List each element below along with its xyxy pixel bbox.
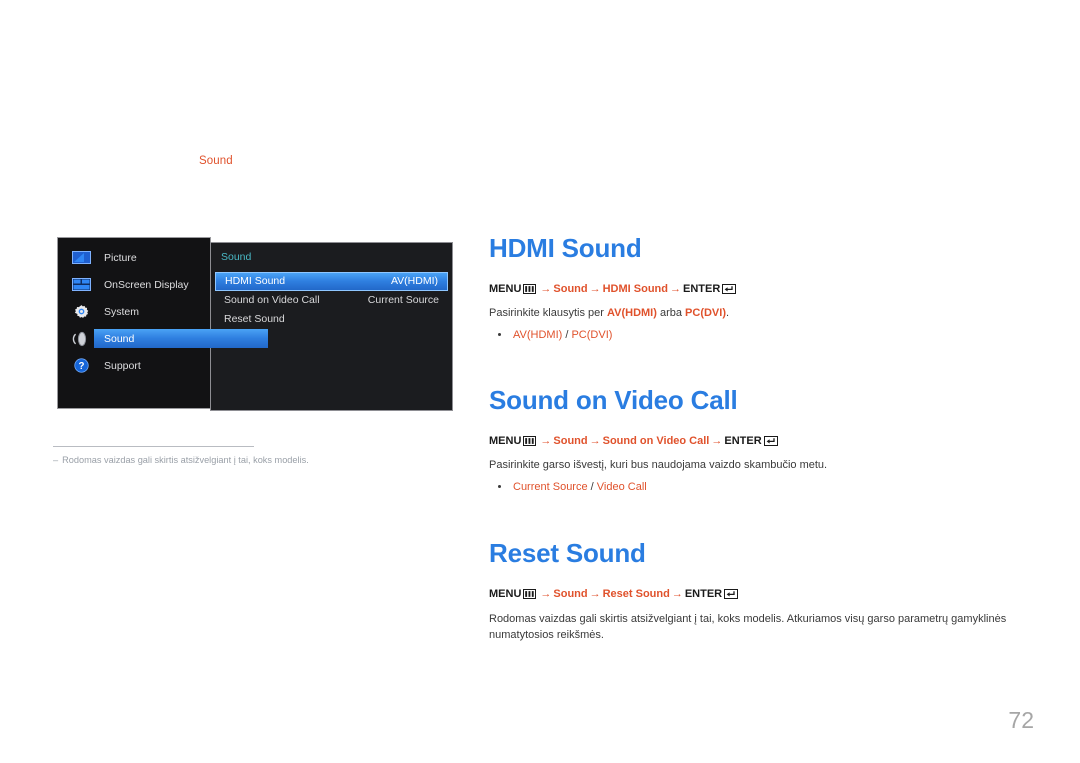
section-heading: Sound on Video Call: [489, 385, 738, 415]
sidebar-item-system[interactable]: System: [58, 298, 210, 325]
path-enter-label: ENTER: [724, 435, 762, 447]
option-list: AV(HDMI) / PC(DVI): [489, 327, 1034, 343]
osd-row-label: Sound on Video Call: [224, 294, 320, 306]
section-hdmi-sound: HDMI Sound MENU → Sound → HDMI Sound → ENTER P…: [489, 233, 1034, 343]
osd-row-label: Reset Sound: [224, 313, 285, 325]
path-arrow: →: [540, 283, 552, 295]
section-body: Rodomas vaizdas gali skirtis atsižvelgia…: [489, 613, 1007, 641]
option-b: PC(DVI): [571, 329, 613, 341]
section-heading: Reset Sound: [489, 538, 646, 568]
path-menu-label: MENU: [489, 588, 522, 600]
option-separator: /: [587, 481, 597, 493]
gear-icon: [70, 304, 92, 320]
section-sound-on-video-call: Sound on Video Call MENU → Sound → Sound on …: [489, 385, 1034, 495]
path-arrow: →: [670, 283, 681, 295]
desc-accent-b: PC(DVI): [685, 307, 726, 319]
footnote-text: Rodomas vaizdas gali skirtis atsižvelgia…: [62, 455, 309, 465]
path-step-1: Sound: [553, 283, 588, 295]
sidebar-item-support[interactable]: ? Support: [58, 352, 210, 379]
menu-path: MENU → Sound → Reset Sound → ENTER: [489, 587, 1034, 604]
desc-text-pre: Pasirinkite klausytis per: [489, 307, 607, 319]
sidebar-item-label: Picture: [104, 251, 137, 264]
osd-row-hdmi-sound[interactable]: HDMI Sound AV(HDMI): [215, 272, 448, 291]
osd-row-value: AV(HDMI): [390, 275, 438, 287]
footnote: ‒ Rodomas vaizdas gali skirtis atsižvelgi…: [53, 453, 383, 467]
page-number: 72: [1008, 707, 1034, 733]
menu-icon: [523, 589, 537, 604]
sidebar-item-label: Sound: [104, 332, 135, 345]
osd-screenshot: Picture OnScreen Display System Sound ? …: [57, 237, 453, 411]
path-arrow: →: [671, 588, 683, 600]
enter-icon: [722, 284, 737, 299]
question-mark-icon: ?: [70, 358, 92, 374]
option-a: Current Source: [513, 481, 588, 493]
osd-sidebar: Picture OnScreen Display System Sound ? …: [57, 237, 268, 409]
option-list: Current Source / Video Call: [489, 479, 1034, 495]
list-item: AV(HDMI) / PC(DVI): [489, 327, 1034, 343]
osd-row-value: Current Source: [367, 294, 439, 306]
picture-icon: [70, 250, 92, 266]
desc-text-pre: Pasirinkite garso išvestį, kuri bus naud…: [489, 459, 828, 471]
list-item: Current Source / Video Call: [489, 479, 1034, 495]
sidebar-item-label: Support: [104, 359, 141, 372]
path-step-2: Reset Sound: [602, 588, 670, 600]
sidebar-item-label: OnScreen Display: [104, 278, 189, 291]
path-enter-label: ENTER: [684, 588, 723, 600]
option-b: Video Call: [596, 481, 647, 493]
path-menu-label: MENU: [489, 435, 522, 447]
svg-text:?: ?: [78, 361, 84, 372]
footnote-dash: ‒: [53, 455, 59, 465]
section-heading: HDMI Sound: [489, 233, 642, 263]
osd-panel-title: Sound: [221, 251, 252, 263]
menu-path: MENU → Sound → HDMI Sound → ENTER: [489, 282, 1034, 299]
menu-icon: [523, 284, 537, 299]
menu-icon: [523, 436, 537, 451]
section-reset-sound: Reset Sound MENU → Sound → Reset Sound → ENTER…: [489, 538, 1034, 643]
path-step-2: HDMI Sound: [602, 283, 668, 295]
path-arrow: →: [589, 435, 601, 447]
desc-accent-a: AV(HDMI): [607, 307, 657, 319]
osd-row-reset-sound[interactable]: Reset Sound: [215, 310, 448, 329]
desc-text-post: .: [726, 307, 730, 319]
sound-icon: [70, 331, 92, 347]
option-a: AV(HDMI): [513, 329, 563, 341]
enter-icon: [763, 436, 778, 451]
sidebar-item-label: System: [104, 305, 140, 318]
osd-row-list: HDMI Sound AV(HDMI) Sound on Video Call …: [215, 272, 448, 329]
onscreen-display-icon: [70, 277, 92, 293]
menu-path: MENU → Sound → Sound on Video Call → ENTER: [489, 434, 1034, 451]
path-arrow: →: [540, 588, 552, 600]
enter-icon: [724, 589, 739, 604]
path-enter-label: ENTER: [683, 283, 721, 295]
section-description: Pasirinkite garso išvestį, kuri bus naud…: [489, 457, 1034, 473]
desc-text-mid: arba: [656, 307, 686, 319]
path-step-1: Sound: [553, 588, 588, 600]
osd-row-label: HDMI Sound: [225, 275, 286, 287]
path-arrow: →: [540, 435, 552, 447]
path-arrow: →: [711, 435, 723, 447]
breadcrumb: Sound: [199, 155, 233, 167]
osd-detail-panel: Sound HDMI Sound AV(HDMI) Sound on Video…: [210, 242, 453, 411]
path-step-2: Sound on Video Call: [602, 435, 710, 447]
sidebar-item-sound[interactable]: Sound: [58, 325, 268, 352]
path-step-1: Sound: [553, 435, 588, 447]
sidebar-item-onscreen-display[interactable]: OnScreen Display: [58, 271, 210, 298]
section-description: Pasirinkite klausytis per AV(HDMI) arba …: [489, 305, 1034, 321]
osd-row-sound-on-video-call[interactable]: Sound on Video Call Current Source: [215, 291, 448, 310]
path-arrow: →: [589, 588, 601, 600]
path-arrow: →: [589, 283, 601, 295]
path-menu-label: MENU: [489, 283, 522, 295]
footnote-divider: [53, 446, 254, 447]
sidebar-item-picture[interactable]: Picture: [58, 244, 210, 271]
